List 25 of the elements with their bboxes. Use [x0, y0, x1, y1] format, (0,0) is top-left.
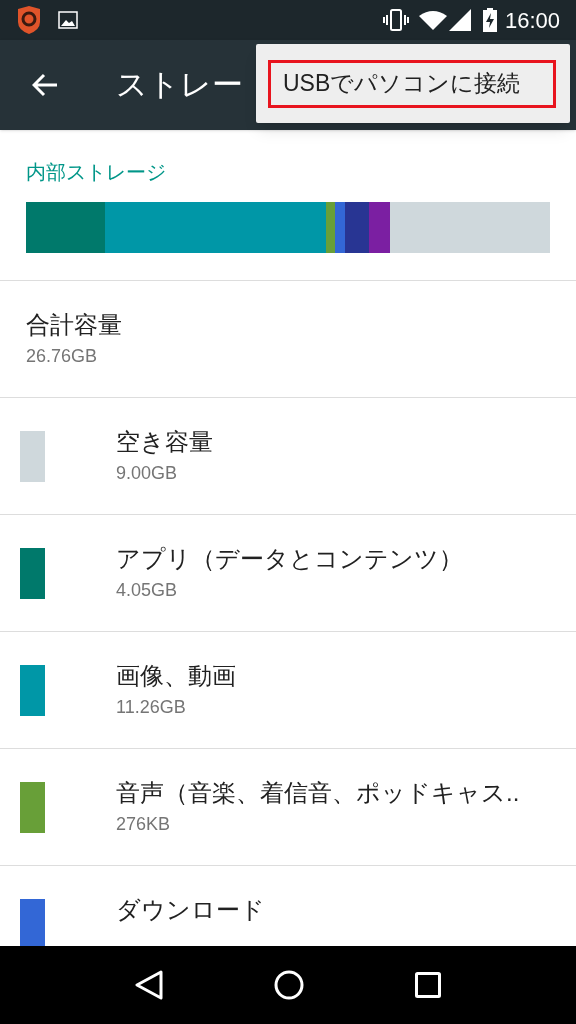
category-label[interactable]: 画像、動画: [116, 660, 236, 692]
battery-charging-icon: [482, 8, 497, 32]
vibrate-icon: [382, 9, 409, 31]
category-size: 4.05GB: [116, 579, 179, 602]
category-size: 9.00GB: [116, 462, 179, 485]
category-size: 276KB: [116, 813, 172, 836]
category-label[interactable]: ダウンロード: [116, 894, 265, 926]
back-arrow-icon[interactable]: [32, 73, 58, 97]
clock-time: 16:00: [504, 6, 560, 35]
menu-item[interactable]: USBでパソコンに接続: [268, 59, 556, 108]
section-title: 内部ストレージ: [26, 160, 167, 185]
total-label: 合計容量: [26, 310, 123, 340]
category-size: 11.26GB: [116, 696, 187, 719]
signal-icon: [448, 9, 471, 31]
category-label[interactable]: アプリ（データとコンテンツ）: [116, 543, 463, 575]
screen-title: ストレー: [116, 65, 243, 104]
total-value: 26.76GB: [26, 345, 99, 368]
back-nav-icon[interactable]: [135, 970, 164, 1000]
home-nav-icon[interactable]: [274, 970, 304, 1000]
wifi-icon: [418, 10, 447, 30]
category-label[interactable]: 音声（音楽、着信音、ポッドキャス..: [116, 777, 520, 809]
shield-icon: [16, 6, 42, 34]
category-label[interactable]: 空き容量: [116, 426, 213, 458]
recents-nav-icon[interactable]: [414, 972, 441, 998]
image-icon: [58, 11, 78, 29]
